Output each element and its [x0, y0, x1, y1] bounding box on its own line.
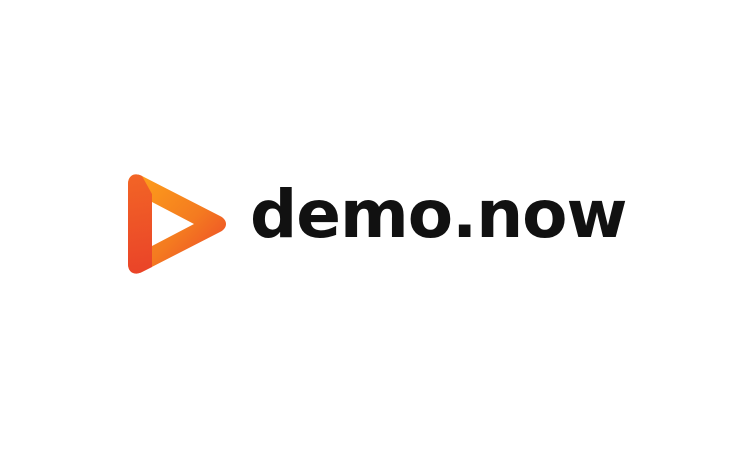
brand-logo: demo.now: [128, 168, 628, 280]
brand-name: demo.now: [250, 176, 627, 253]
page-background: demo.now: [0, 0, 750, 450]
play-triangle-icon: [128, 174, 226, 274]
